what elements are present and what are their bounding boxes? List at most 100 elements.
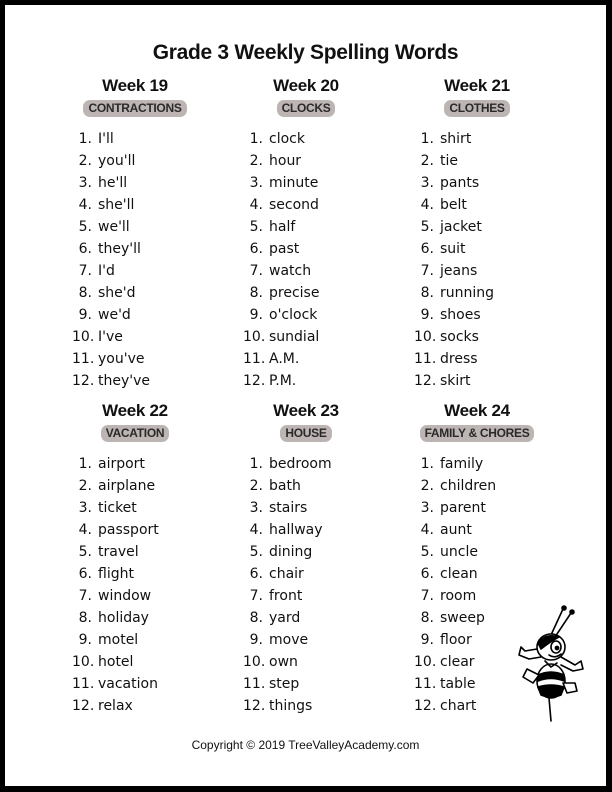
spelling-word: we'll (98, 219, 130, 235)
word-list-item: 6. suit (414, 238, 564, 260)
spelling-word: airplane (98, 478, 156, 494)
word-number: 8. (249, 285, 263, 301)
spelling-word: shirt (440, 131, 472, 147)
word-number: 5. (420, 219, 434, 235)
word-list-item: 3. pants (414, 172, 564, 194)
word-list-item: 7. jeans (414, 260, 564, 282)
word-list-item: 9. o'clock (243, 304, 393, 326)
category-badge: FAMILY & CHORES (419, 425, 535, 442)
spelling-word: passport (98, 522, 159, 538)
word-number: 3. (420, 175, 434, 191)
spelling-word: relax (98, 698, 133, 714)
spelling-word: dining (269, 544, 313, 560)
week-heading: Week 24 (444, 401, 510, 420)
word-list-item: 7. front (243, 585, 393, 607)
word-number: 6. (78, 566, 92, 582)
word-number: 1. (78, 456, 92, 472)
spelling-word: clear (440, 654, 475, 670)
week-heading: Week 20 (273, 76, 339, 95)
word-number: 5. (249, 544, 263, 560)
word-number: 8. (249, 610, 263, 626)
word-list-item: 12. things (243, 695, 393, 717)
word-number: 2. (420, 153, 434, 169)
word-list-item: 1. clock (243, 128, 393, 150)
spelling-word: uncle (440, 544, 478, 560)
spelling-word: he'll (98, 175, 128, 191)
word-number: 7. (420, 588, 434, 604)
word-list-item: 11. step (243, 673, 393, 695)
word-list-item: 5. half (243, 216, 393, 238)
spelling-word: jacket (440, 219, 482, 235)
week-section: Week 21 CLOTHES 1. shirt 2. tie 3. pants 4. belt 5… (392, 76, 562, 389)
word-number: 2. (78, 478, 92, 494)
spelling-word: flight (98, 566, 134, 582)
word-list-item: 6. clean (414, 563, 564, 585)
spelling-word: move (269, 632, 309, 648)
word-number: 2. (249, 478, 263, 494)
spelling-word: running (440, 285, 495, 301)
word-number: 8. (78, 285, 92, 301)
word-list-item: 6. flight (72, 563, 222, 585)
word-list-item: 5. we'll (72, 216, 222, 238)
spelling-word: chair (269, 566, 304, 582)
word-number: 8. (420, 610, 434, 626)
word-list-item: 2. bath (243, 475, 393, 497)
word-number: 1. (249, 456, 263, 472)
word-list-item: 8. running (414, 282, 564, 304)
spelling-word: table (440, 676, 476, 692)
spelling-word: watch (269, 263, 312, 279)
word-number: 12. (243, 698, 266, 714)
spelling-word: window (98, 588, 152, 604)
word-list-item: 12. skirt (414, 370, 564, 392)
spelling-word: stairs (269, 500, 308, 516)
category-badge: VACATION (100, 425, 170, 442)
word-number: 2. (249, 153, 263, 169)
word-number: 3. (420, 500, 434, 516)
week-section: Week 23 HOUSE 1. bedroom 2. bath 3. stairs 4. hal… (221, 401, 391, 714)
word-list-item: 7. I'd (72, 260, 222, 282)
word-list-item: 8. yard (243, 607, 393, 629)
word-number: 11. (414, 676, 437, 692)
word-number: 11. (72, 351, 95, 367)
spelling-word: bedroom (269, 456, 332, 472)
word-list-item: 9. motel (72, 629, 222, 651)
spelling-word: clean (440, 566, 478, 582)
spelling-word: suit (440, 241, 466, 257)
word-list-item: 1. airport (72, 453, 222, 475)
spelling-word: they'll (98, 241, 141, 257)
category-badge-wrap: HOUSE (221, 424, 391, 443)
word-list-item: 4. aunt (414, 519, 564, 541)
category-badge-wrap: CONTRACTIONS (50, 99, 220, 118)
spelling-word: pants (440, 175, 480, 191)
word-number: 2. (78, 153, 92, 169)
word-list-item: 3. parent (414, 497, 564, 519)
category-badge-wrap: CLOCKS (221, 99, 391, 118)
spelling-word: family (440, 456, 484, 472)
word-list-item: 7. watch (243, 260, 393, 282)
word-list-item: 3. stairs (243, 497, 393, 519)
word-list-item: 1. I'll (72, 128, 222, 150)
spelling-word: you've (98, 351, 145, 367)
spelling-word: floor (440, 632, 472, 648)
word-list-item: 11. dress (414, 348, 564, 370)
category-badge: HOUSE (280, 425, 332, 442)
spelling-word: motel (98, 632, 139, 648)
word-number: 9. (420, 307, 434, 323)
word-list-item: 4. belt (414, 194, 564, 216)
word-list-item: 12. P.M. (243, 370, 393, 392)
word-number: 5. (249, 219, 263, 235)
word-number: 7. (249, 263, 263, 279)
spelling-word: ticket (98, 500, 137, 516)
word-list-item: 3. ticket (72, 497, 222, 519)
word-number: 9. (78, 632, 92, 648)
word-list: 1. shirt 2. tie 3. pants 4. belt 5. jacket 6. suit 7… (414, 128, 564, 392)
spelling-word: we'd (98, 307, 131, 323)
spelling-word: sundial (269, 329, 320, 345)
week-section: Week 20 CLOCKS 1. clock 2. hour 3. minute 4. seco… (221, 76, 391, 389)
word-number: 10. (243, 654, 266, 670)
spelling-word: hallway (269, 522, 323, 538)
word-number: 11. (243, 676, 266, 692)
word-list-item: 9. we'd (72, 304, 222, 326)
word-number: 10. (243, 329, 266, 345)
word-list-item: 10. sundial (243, 326, 393, 348)
